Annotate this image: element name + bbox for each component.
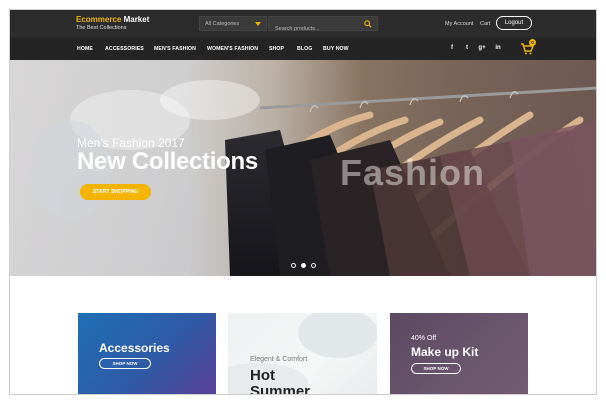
slider-dot-3[interactable]: [311, 263, 316, 268]
hero-watermark: Fashion: [340, 152, 486, 193]
twitter-icon[interactable]: t: [463, 45, 471, 53]
cart-count-badge: 0: [529, 39, 536, 46]
shop-now-button[interactable]: SHOP NOW: [411, 363, 461, 374]
nav-item-shop[interactable]: SHOP: [269, 46, 284, 52]
page-frame: Ecommerce Market The Best Collections Al…: [9, 9, 597, 395]
slider-dot-1[interactable]: [291, 263, 296, 268]
my-account-link[interactable]: My Account: [445, 21, 473, 27]
promo-title-line-1: Hot: [250, 367, 275, 384]
promo-title-line-2: Summer: [250, 383, 311, 395]
promo-card-makeup-kit[interactable]: 40% Off Make up Kit SHOP NOW: [390, 313, 528, 394]
hero-banner: Men's Fashion 2017 New Collections Fashi…: [10, 60, 596, 276]
nav-item-womens-fashion[interactable]: WOMEN'S FASHION: [207, 46, 258, 52]
nav-item-home[interactable]: HOME: [77, 46, 93, 52]
start-shopping-button[interactable]: START SHOPPING: [80, 184, 151, 200]
linkedin-icon[interactable]: in: [494, 45, 502, 53]
main-nav: HOME ACCESSORIES MEN'S FASHION WOMEN'S F…: [10, 38, 596, 60]
nav-item-buy-now[interactable]: BUY NOW: [323, 46, 349, 52]
nav-item-mens-fashion[interactable]: MEN'S FASHION: [154, 46, 196, 52]
promo-title: Accessories: [99, 341, 170, 355]
logout-button[interactable]: Logout: [496, 16, 532, 30]
search-icon[interactable]: [364, 20, 372, 28]
search-box: [268, 16, 378, 36]
promo-title: Make up Kit: [411, 345, 479, 359]
brand-logo[interactable]: Ecommerce Market The Best Collections: [76, 15, 149, 32]
nav-item-blog[interactable]: BLOG: [297, 46, 312, 52]
category-select-value: All Categories: [205, 20, 240, 27]
promo-offer: 40% Off: [411, 335, 437, 342]
hero-title: New Collections: [77, 148, 258, 175]
search-input[interactable]: [269, 22, 359, 36]
google-plus-icon[interactable]: g+: [478, 45, 486, 53]
top-bar: Ecommerce Market The Best Collections Al…: [10, 10, 596, 38]
promo-card-accessories[interactable]: Accessories SHOP NOW: [78, 313, 216, 394]
shop-now-button[interactable]: SHOP NOW: [99, 358, 151, 369]
cart-link[interactable]: Cart: [480, 21, 490, 27]
caret-down-icon: [255, 22, 261, 26]
promo-subtitle: Elegent & Comfort: [250, 356, 308, 363]
nav-item-accessories[interactable]: ACCESSORIES: [105, 46, 144, 52]
brand-name-accent: Ecommerce: [76, 15, 122, 24]
brand-name-rest: Market: [121, 15, 150, 24]
category-select[interactable]: All Categories: [199, 16, 267, 31]
facebook-icon[interactable]: f: [448, 45, 456, 53]
brand-tagline: The Best Collections: [76, 25, 127, 31]
slider-dot-2[interactable]: [301, 263, 306, 268]
promo-card-hot-summer[interactable]: Elegent & Comfort Hot Summer: [228, 313, 377, 395]
